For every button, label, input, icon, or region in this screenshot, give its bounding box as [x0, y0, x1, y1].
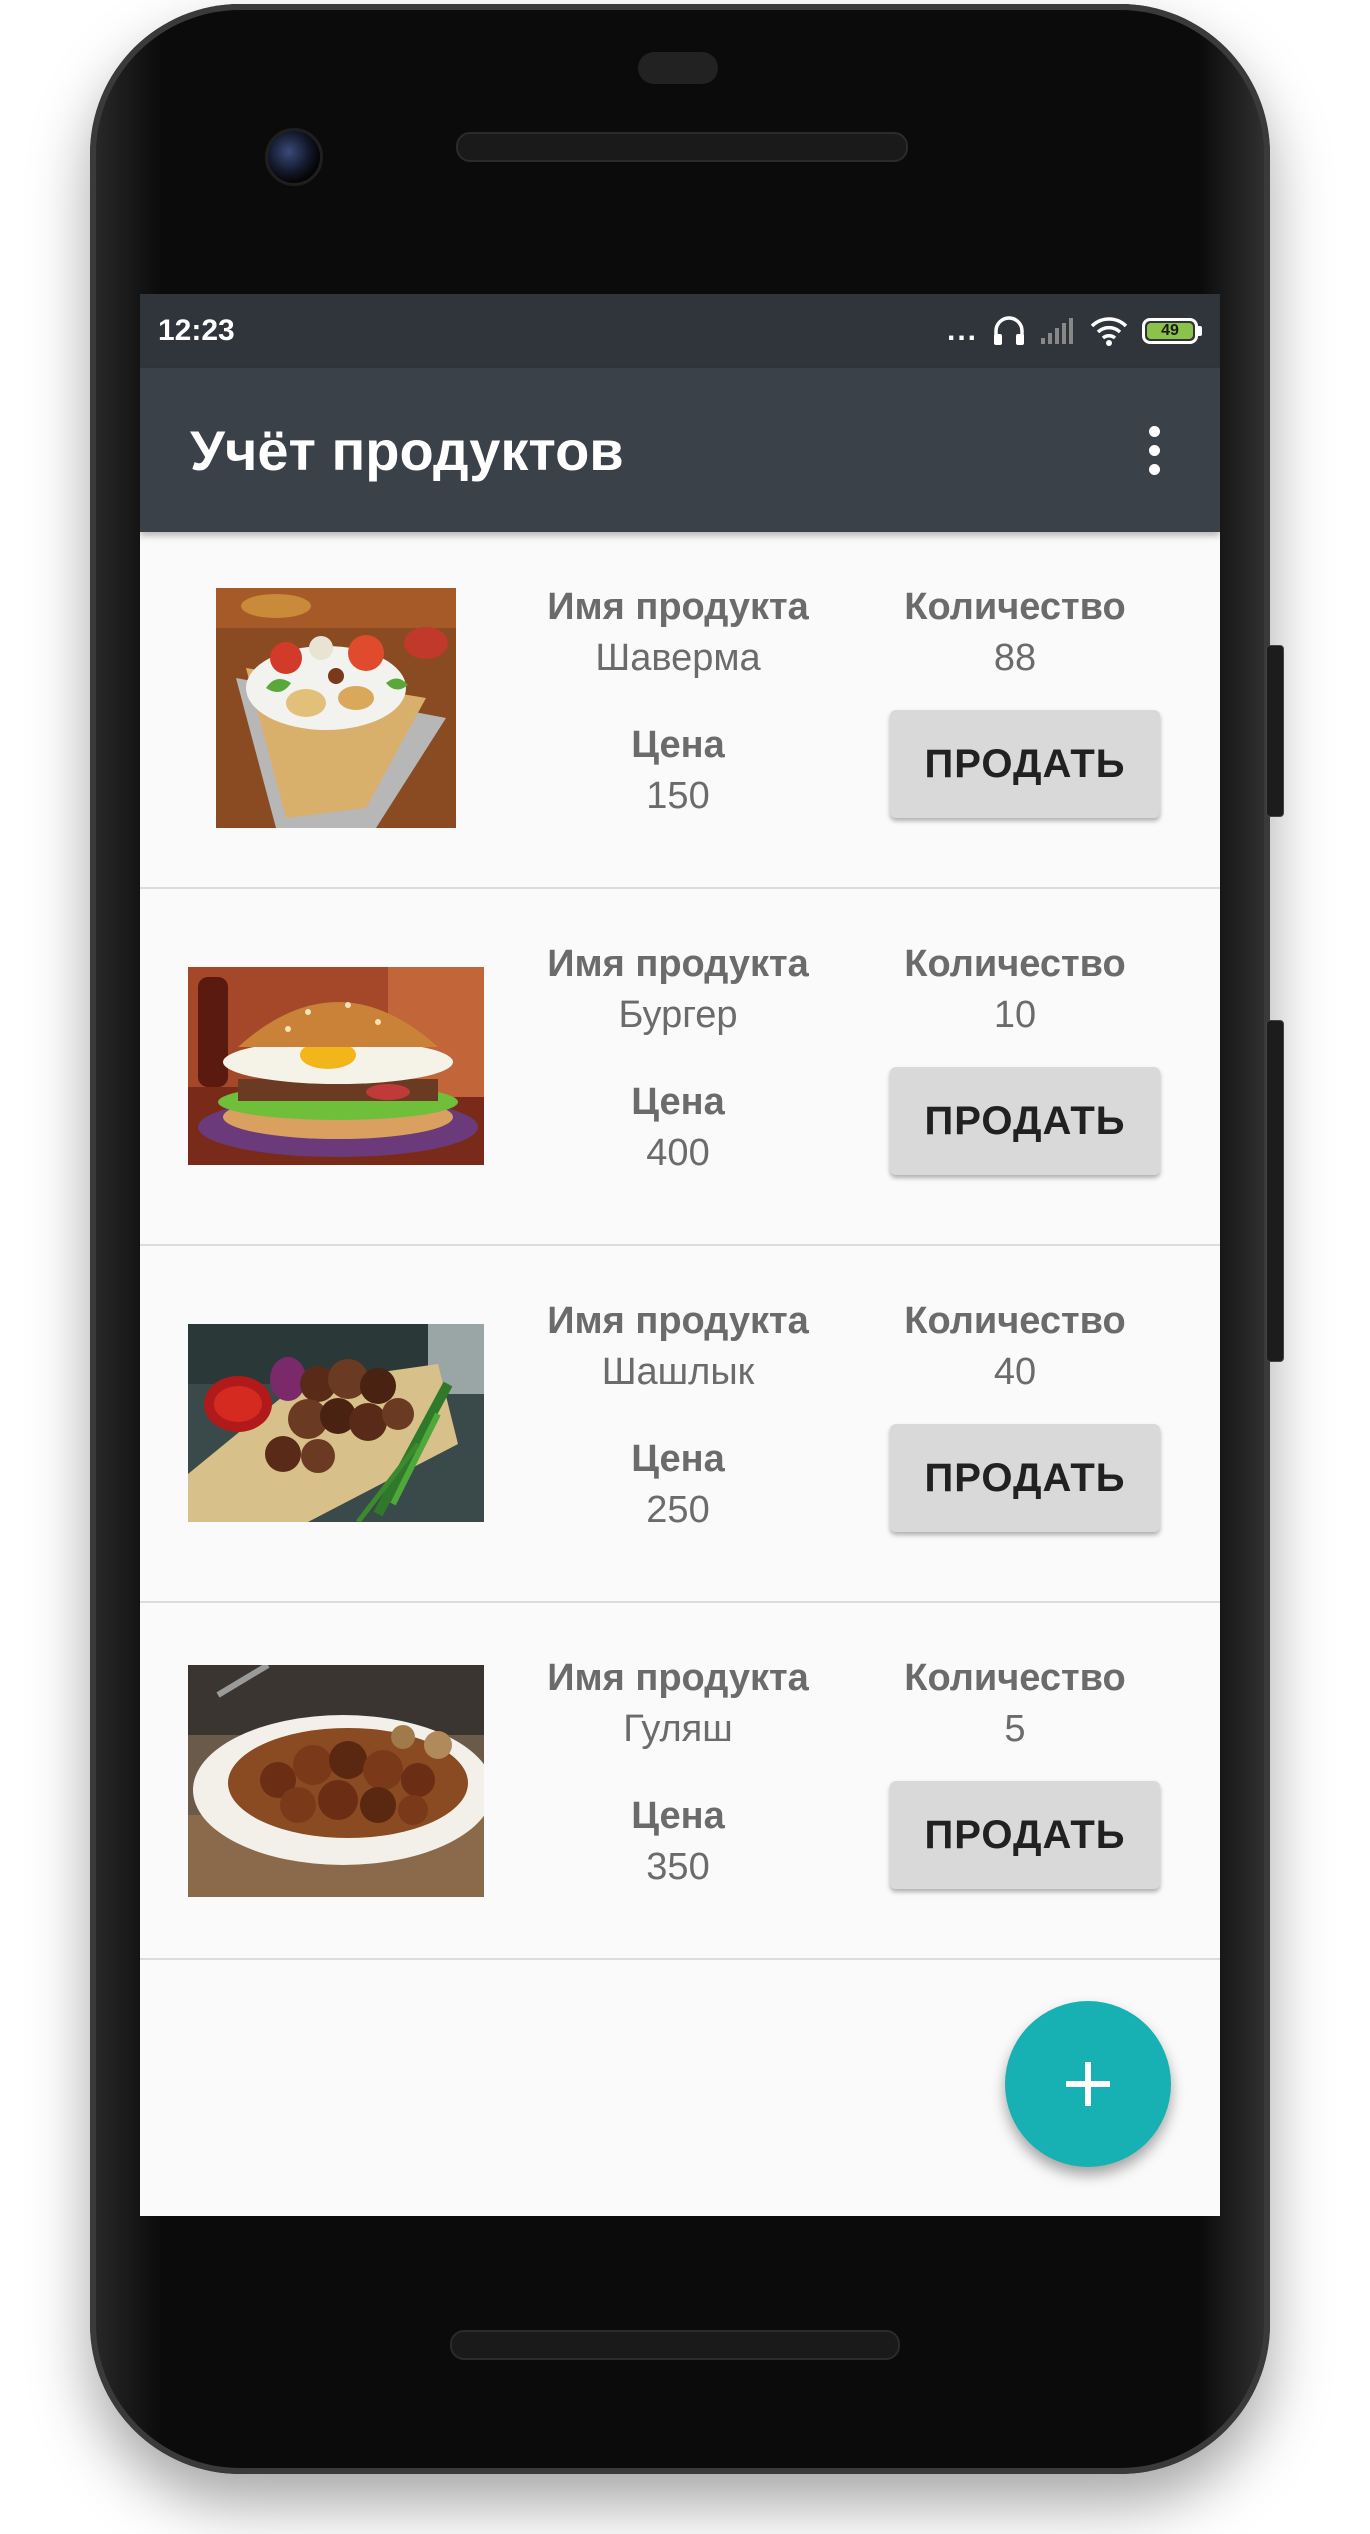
volume-rocker	[1266, 1020, 1284, 1362]
product-name-block: Имя продукта Шашлык	[528, 1300, 828, 1394]
product-price-block: Цена 350	[528, 1795, 828, 1889]
product-price: 400	[646, 1132, 710, 1174]
power-button	[1266, 645, 1284, 817]
product-list: Имя продукта Шаверма Цена 150 Количество…	[140, 532, 1220, 1960]
battery-level: 49	[1147, 322, 1193, 339]
product-qty-block: Количество 40	[865, 1300, 1165, 1394]
product-price-label: Цена	[631, 1795, 725, 1837]
product-qty-block: Количество 88	[865, 586, 1165, 680]
sell-button[interactable]: ПРОДАТЬ	[890, 1067, 1160, 1175]
notification-dots: ...	[946, 314, 978, 347]
shashlik-photo	[188, 1324, 484, 1522]
product-price-block: Цена 150	[528, 724, 828, 818]
product-name-block: Имя продукта Бургер	[528, 943, 828, 1037]
wifi-icon	[1090, 316, 1128, 346]
sell-button[interactable]: ПРОДАТЬ	[890, 1781, 1160, 1889]
list-item: Имя продукта Шашлык Цена 250 Количество …	[140, 1246, 1220, 1603]
product-qty: 88	[993, 637, 1037, 679]
sell-button[interactable]: ПРОДАТЬ	[890, 710, 1160, 818]
product-qty-label: Количество	[904, 586, 1126, 628]
product-name-label: Имя продукта	[547, 1657, 809, 1699]
product-qty-label: Количество	[904, 1300, 1126, 1342]
product-name-block: Имя продукта Шаверма	[528, 586, 828, 680]
list-item: Имя продукта Шаверма Цена 150 Количество…	[140, 532, 1220, 889]
status-icons: ... 49	[947, 314, 1202, 348]
product-name: Шаверма	[595, 637, 761, 679]
earpiece	[638, 52, 718, 84]
product-price-label: Цена	[631, 1438, 725, 1480]
product-qty-block: Количество 10	[865, 943, 1165, 1037]
screen: 12:23 ... 49 Учёт продуктов Имя продукта…	[140, 294, 1220, 2216]
product-qty-label: Количество	[904, 943, 1126, 985]
product-price-block: Цена 250	[528, 1438, 828, 1532]
status-time: 12:23	[158, 314, 235, 347]
sell-button[interactable]: ПРОДАТЬ	[890, 1424, 1160, 1532]
page-title: Учёт продуктов	[190, 418, 624, 482]
product-price-block: Цена 400	[528, 1081, 828, 1175]
list-item: Имя продукта Гуляш Цена 350 Количество 5…	[140, 1603, 1220, 1960]
add-product-button[interactable]	[1005, 2001, 1171, 2167]
product-name-block: Имя продукта Гуляш	[528, 1657, 828, 1751]
product-name-label: Имя продукта	[547, 943, 809, 985]
list-item: Имя продукта Бургер Цена 400 Количество …	[140, 889, 1220, 1246]
goulash-photo	[188, 1665, 484, 1897]
front-camera	[265, 128, 323, 186]
product-name-label: Имя продукта	[547, 1300, 809, 1342]
product-qty-label: Количество	[904, 1657, 1126, 1699]
product-price-label: Цена	[631, 1081, 725, 1123]
bottom-speaker-grille	[450, 2330, 900, 2360]
product-qty: 40	[993, 1351, 1037, 1393]
product-price: 350	[646, 1846, 710, 1888]
product-price: 250	[646, 1489, 710, 1531]
product-qty: 10	[993, 994, 1037, 1036]
app-bar: Учёт продуктов	[140, 368, 1220, 532]
plus-icon	[1066, 2062, 1110, 2106]
top-speaker-grille	[456, 132, 908, 162]
product-qty: 5	[1004, 1708, 1026, 1750]
shawarma-photo	[216, 588, 456, 828]
signal-icon	[1040, 316, 1076, 346]
product-name-label: Имя продукта	[547, 586, 809, 628]
product-name: Гуляш	[623, 1708, 733, 1750]
product-name: Шашлык	[601, 1351, 755, 1393]
product-price-label: Цена	[631, 724, 725, 766]
headset-icon	[992, 315, 1026, 347]
status-bar: 12:23 ... 49	[140, 294, 1220, 368]
overflow-menu-icon[interactable]	[1134, 415, 1174, 485]
product-price: 150	[646, 775, 710, 817]
product-name: Бургер	[618, 994, 738, 1036]
burger-photo	[188, 967, 484, 1165]
product-qty-block: Количество 5	[865, 1657, 1165, 1751]
battery-icon: 49	[1142, 318, 1202, 344]
